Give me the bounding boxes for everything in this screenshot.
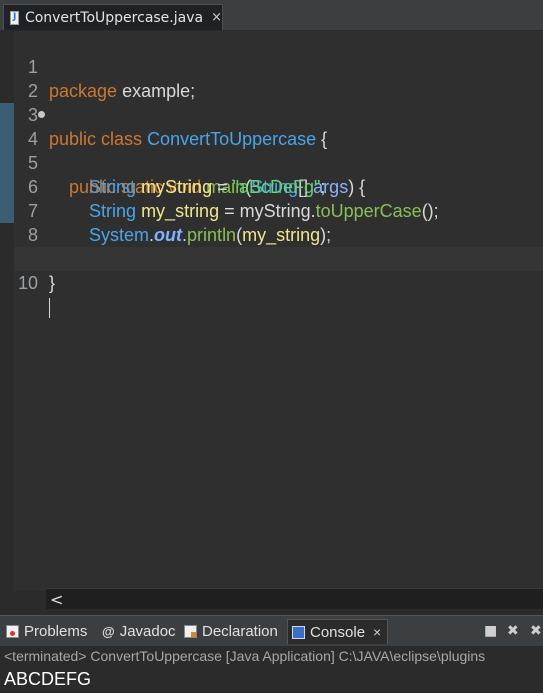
code-text: } — [49, 273, 56, 293]
code-line-3[interactable]: 3 public class ConvertToUppercase { — [14, 79, 543, 149]
code-line-4[interactable]: 4 public static void main(String[] args)… — [14, 103, 543, 197]
close-icon[interactable]: × — [211, 10, 222, 25]
tab-problems[interactable]: Problems — [6, 619, 87, 644]
editor-tab-label: ConvertToUppercase.java — [24, 9, 204, 26]
close-icon[interactable]: × — [373, 624, 381, 640]
bottom-panel-tabs: Problems @ Javadoc Declaration Console ×… — [0, 615, 543, 646]
terminate-icon[interactable]: ■ — [484, 623, 497, 639]
remove-all-icon[interactable]: ✖ — [530, 623, 542, 639]
tab-label: Problems — [24, 623, 88, 640]
change-marker — [0, 103, 14, 223]
problems-icon — [6, 625, 19, 638]
declaration-icon — [184, 625, 197, 638]
code-line-2[interactable]: 2 — [14, 55, 543, 101]
code-line-7[interactable]: 7 System.out.println(my_string); — [14, 175, 543, 245]
code-line-9[interactable]: 9 } — [14, 223, 543, 293]
scroll-left-icon[interactable]: < — [50, 590, 63, 609]
tab-declaration[interactable]: Declaration — [184, 619, 278, 644]
code-line-6[interactable]: 6 String my_string = myString.toUpperCas… — [14, 151, 543, 221]
tab-label: Console — [310, 623, 366, 641]
editor-tab-bar: ConvertToUppercase.java × — [0, 0, 543, 31]
text-caret — [49, 298, 50, 319]
console-icon — [292, 625, 305, 639]
tab-label: Javadoc — [119, 623, 176, 640]
tab-javadoc[interactable]: @ Javadoc — [102, 619, 176, 644]
java-file-icon — [10, 10, 19, 25]
editor-tab-convert-to-uppercase[interactable]: ConvertToUppercase.java × — [3, 4, 223, 30]
code-line-8[interactable]: 8 } — [14, 199, 543, 269]
horizontal-scrollbar[interactable]: < — [46, 588, 543, 609]
remove-launch-icon[interactable]: ✖ — [507, 623, 519, 639]
code-line-5[interactable]: 5 String myString = "aBcDeFg"; — [14, 127, 543, 197]
code-editor[interactable]: 1 package example; 2 3 public class Conv… — [0, 31, 543, 591]
code-line-1[interactable]: 1 package example; — [14, 31, 543, 101]
fold-toggle-icon[interactable] — [38, 111, 45, 118]
code-line-10[interactable]: 10 — [14, 247, 543, 319]
console-output[interactable]: ABCDEFG — [0, 668, 543, 693]
console-launch-info: <terminated> ConvertToUppercase [Java Ap… — [0, 646, 543, 668]
line-number: 10 — [17, 273, 38, 293]
tab-console[interactable]: Console × — [287, 619, 389, 644]
tab-label: Declaration — [202, 623, 278, 640]
javadoc-icon: @ — [102, 624, 115, 639]
